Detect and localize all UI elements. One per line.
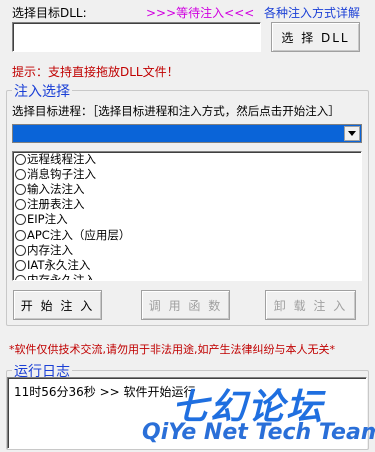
inject-method-option[interactable]: 输入法注入 <box>13 182 361 197</box>
process-selected-value <box>13 127 16 140</box>
inject-method-option[interactable]: APC注入（应用层） <box>13 227 361 242</box>
drag-drop-tip: 提示：支持直接拖放DLL文件！ <box>12 65 179 79</box>
inject-method-option[interactable]: EIP注入 <box>13 212 361 227</box>
inject-method-option[interactable]: IAT永久注入 <box>13 258 361 273</box>
watermark-logo-en: QiYe Net Tech Team <box>142 420 375 445</box>
methods-help-link[interactable]: 各种注入方式详解 <box>264 4 360 21</box>
inject-method-option[interactable]: 远程线程注入 <box>13 152 361 167</box>
dll-label: 选择目标DLL: <box>12 6 87 20</box>
unload-inject-button[interactable]: 卸 载 注 入 <box>265 290 356 320</box>
radio-button-icon <box>15 229 26 241</box>
chevron-down-icon[interactable] <box>344 126 360 141</box>
select-dll-button[interactable]: 选 择 DLL <box>271 22 360 52</box>
inject-selection-title: 注入选择 <box>12 81 72 101</box>
radio-button-icon <box>15 259 26 271</box>
inject-method-option[interactable]: 内存永久注入 <box>13 273 361 280</box>
start-inject-button[interactable]: 开 始 注 入 <box>13 290 102 320</box>
inject-method-option[interactable]: 内存注入 <box>13 243 361 258</box>
radio-button-icon <box>15 199 26 211</box>
radio-button-icon <box>15 154 26 166</box>
inject-method-option[interactable]: 注册表注入 <box>13 197 361 212</box>
call-function-button[interactable]: 调 用 函 数 <box>141 290 230 320</box>
radio-button-icon <box>15 244 26 256</box>
radio-button-icon <box>15 169 26 181</box>
process-select[interactable] <box>12 124 362 143</box>
inject-status: >>>等待注入<<< <box>146 6 255 20</box>
radio-button-icon <box>15 214 26 226</box>
inject-method-list: 远程线程注入 消息钩子注入 输入法注入 注册表注入 EIP注入 APC注入（应用… <box>12 151 362 281</box>
dll-path-input[interactable] <box>12 22 261 52</box>
radio-button-icon <box>15 184 26 196</box>
inject-method-option[interactable]: 消息钩子注入 <box>13 167 361 182</box>
process-label: 选择目标进程：［选择目标进程和注入方式，然后点击开始注入］ <box>12 104 340 118</box>
disclaimer-text: *软件仅供技术交流,请勿用于非法用途,如产生法律纠纷与本人无关* <box>9 343 335 356</box>
radio-button-icon <box>15 274 26 280</box>
